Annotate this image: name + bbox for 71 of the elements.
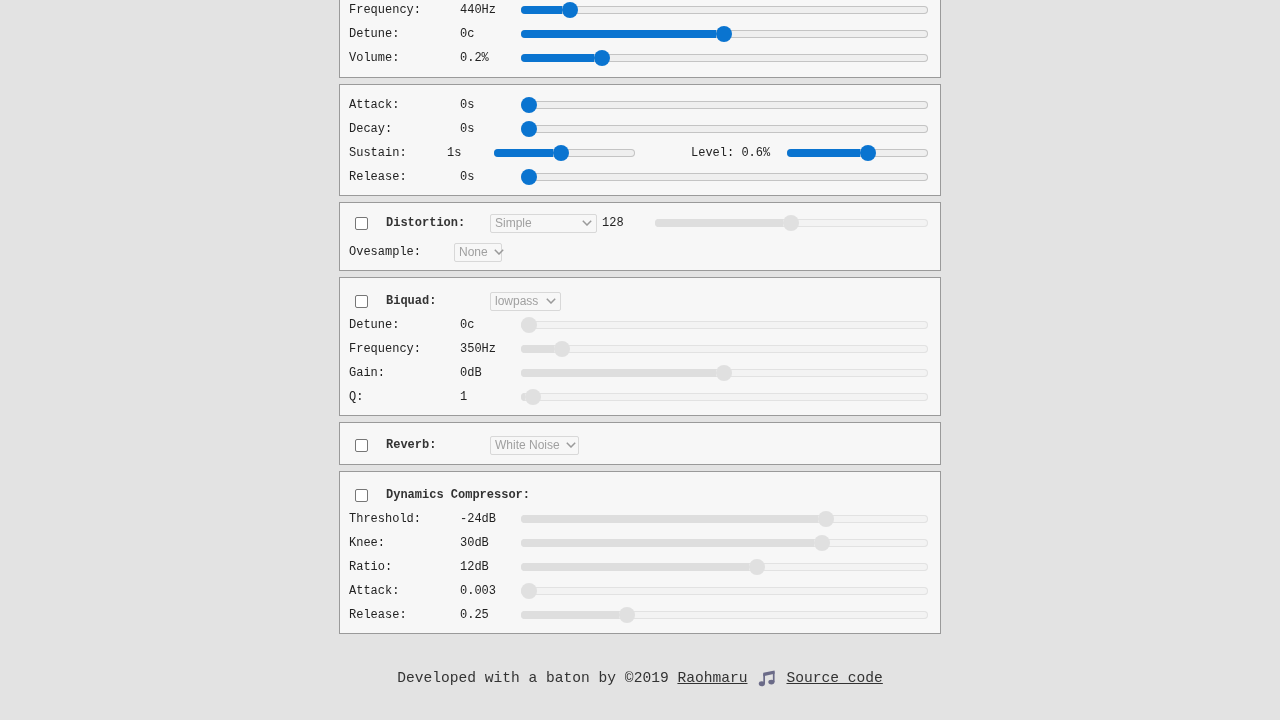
- value-text: 0.003: [460, 583, 497, 600]
- value-text: 0dB: [460, 365, 483, 382]
- checkbox[interactable]: [355, 294, 368, 308]
- value-text: 128: [602, 215, 625, 232]
- select-dropdown[interactable]: lowpass: [490, 291, 561, 311]
- source-code-link[interactable]: Source code: [786, 668, 883, 688]
- slider-thumb[interactable]: [860, 145, 877, 161]
- slider-thumb[interactable]: [783, 215, 800, 231]
- field-label: Decay:: [349, 121, 394, 138]
- section-title: Reverb:: [386, 437, 438, 454]
- slider-thumb[interactable]: [814, 535, 831, 551]
- select-dropdown[interactable]: White Noise: [490, 435, 579, 455]
- section-title: Biquad:: [386, 293, 438, 310]
- slider-thumb[interactable]: [525, 389, 542, 405]
- select-dropdown[interactable]: Simple: [490, 213, 597, 233]
- field-label: Sustain:: [349, 145, 408, 162]
- field-label: Threshold:: [349, 511, 422, 528]
- field-label: Knee:: [349, 535, 386, 552]
- field-label: Attack:: [349, 97, 401, 114]
- value-text: 12dB: [460, 559, 490, 576]
- chevron-down-icon: [565, 442, 576, 448]
- slider-thumb[interactable]: [618, 607, 635, 623]
- slider-thumb[interactable]: [553, 341, 570, 357]
- checkbox[interactable]: [355, 438, 368, 452]
- slider-thumb[interactable]: [521, 97, 537, 113]
- field-label: Level: 0.6%: [691, 145, 772, 162]
- slider-thumb[interactable]: [716, 26, 733, 42]
- slider-thumb[interactable]: [521, 121, 537, 137]
- field-label: Detune:: [349, 26, 401, 43]
- section-title: Distortion:: [386, 215, 467, 232]
- field-label: Release:: [349, 169, 408, 186]
- slider-thumb[interactable]: [818, 511, 835, 527]
- checkbox[interactable]: [355, 488, 368, 502]
- field-label: Ovesample:: [349, 244, 422, 261]
- field-label: Gain:: [349, 365, 386, 382]
- value-text: 1s: [447, 145, 463, 162]
- slider-thumb[interactable]: [716, 365, 733, 381]
- value-text: 350Hz: [460, 341, 497, 358]
- value-text: 0c: [460, 317, 476, 334]
- field-label: Volume:: [349, 50, 401, 67]
- chevron-down-icon: [546, 298, 556, 304]
- value-text: 0.2%: [460, 50, 490, 67]
- value-text: 30dB: [460, 535, 490, 552]
- chevron-down-icon: [582, 220, 592, 226]
- field-label: Frequency:: [349, 2, 422, 19]
- value-text: 0s: [460, 97, 476, 114]
- section-title: Dynamics Compressor:: [386, 487, 531, 504]
- field-label: Ratio:: [349, 559, 394, 576]
- music-note-icon: [758, 669, 776, 687]
- select-dropdown[interactable]: None: [454, 242, 502, 262]
- value-text: 1: [460, 389, 469, 406]
- slider-thumb[interactable]: [748, 559, 765, 575]
- field-label: Detune:: [349, 317, 401, 334]
- value-text: 0c: [460, 26, 476, 43]
- slider-thumb[interactable]: [553, 145, 570, 161]
- field-label: Frequency:: [349, 341, 422, 358]
- field-label: Q:: [349, 389, 365, 406]
- slider-thumb[interactable]: [594, 50, 611, 66]
- value-text: 440Hz: [460, 2, 497, 19]
- value-text: 0.25: [460, 607, 490, 624]
- author-link[interactable]: Raohmaru: [677, 670, 748, 686]
- field-label: Release:: [349, 607, 408, 624]
- chevron-down-icon: [493, 249, 504, 255]
- footer-credit: Developed with a baton by ©2019 Raohmaru: [397, 669, 748, 688]
- slider-thumb[interactable]: [521, 169, 537, 185]
- field-label: Attack:: [349, 583, 401, 600]
- slider-thumb[interactable]: [561, 2, 578, 18]
- value-text: 0s: [460, 169, 476, 186]
- value-text: -24dB: [460, 511, 497, 528]
- value-text: 0s: [460, 121, 476, 138]
- checkbox[interactable]: [355, 216, 368, 230]
